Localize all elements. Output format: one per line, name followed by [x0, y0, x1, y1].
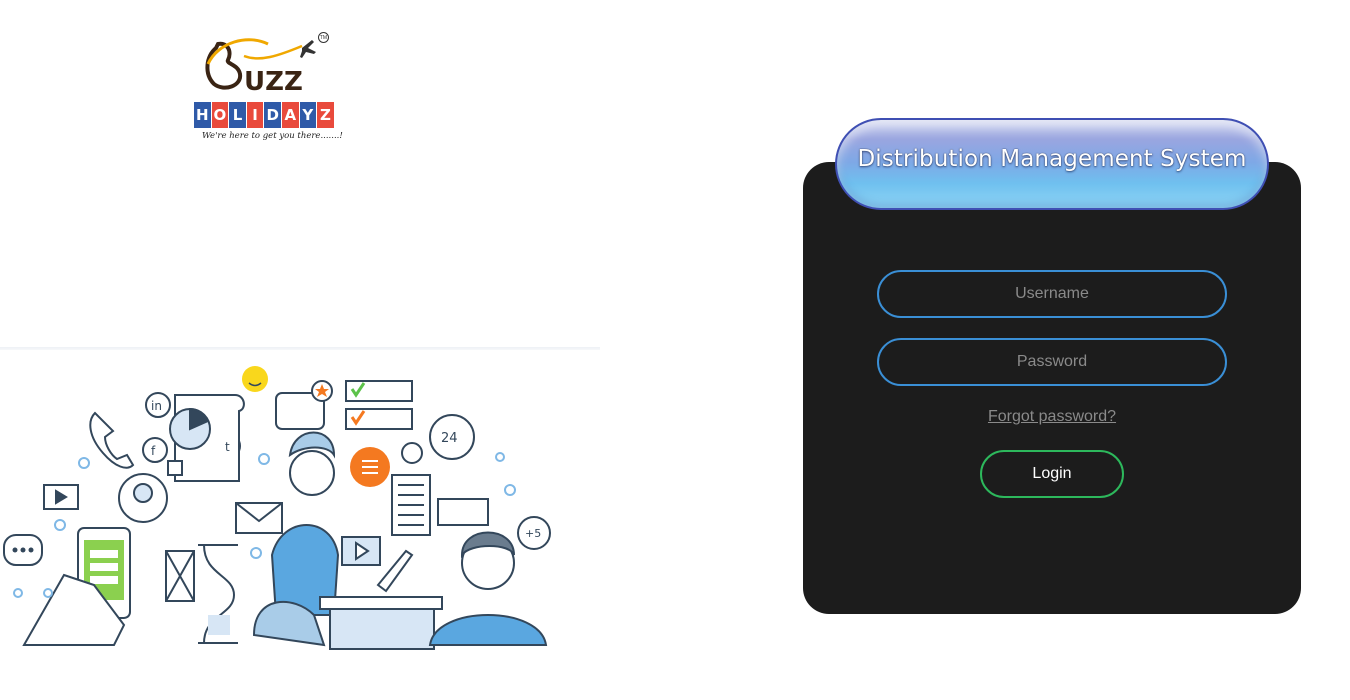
- holidayz-letter: A: [281, 102, 299, 128]
- linkedin-icon: in: [151, 399, 162, 413]
- twitter-icon: t: [225, 440, 230, 454]
- brand-logo: UZZ TM HOLIDAYZ We're here to get you th…: [192, 30, 352, 145]
- holidayz-letter: Y: [299, 102, 317, 128]
- login-button[interactable]: Login: [980, 450, 1124, 498]
- login-page: UZZ TM HOLIDAYZ We're here to get you th…: [0, 0, 1350, 700]
- holidayz-letter: I: [246, 102, 264, 128]
- phone-icon: [89, 411, 135, 469]
- system-title: Distribution Management System: [857, 146, 1247, 172]
- login-panel: [803, 162, 1301, 614]
- customer-support-illustration: in f t 24 +5: [3, 366, 551, 650]
- buzz-wordmark: UZZ: [244, 67, 303, 96]
- trademark-badge: TM: [318, 32, 329, 43]
- holidayz-letter: H: [194, 102, 211, 128]
- holidayz-letter: L: [229, 102, 246, 128]
- holidayz-wordmark: HOLIDAYZ: [194, 102, 335, 128]
- password-input[interactable]: [877, 338, 1227, 386]
- system-title-banner: Distribution Management System: [835, 118, 1269, 210]
- forgot-password-link[interactable]: Forgot password?: [877, 408, 1227, 426]
- plus-five-badge: +5: [525, 527, 541, 540]
- buzz-logo-mark: UZZ: [205, 38, 316, 96]
- username-input[interactable]: [877, 270, 1227, 318]
- holidayz-letter: D: [264, 102, 281, 128]
- clock-24-icon: 24: [441, 431, 458, 446]
- holidayz-letter: O: [211, 102, 229, 128]
- brand-tagline: We're here to get you there.......!: [202, 131, 343, 141]
- holidayz-letter: Z: [317, 102, 334, 128]
